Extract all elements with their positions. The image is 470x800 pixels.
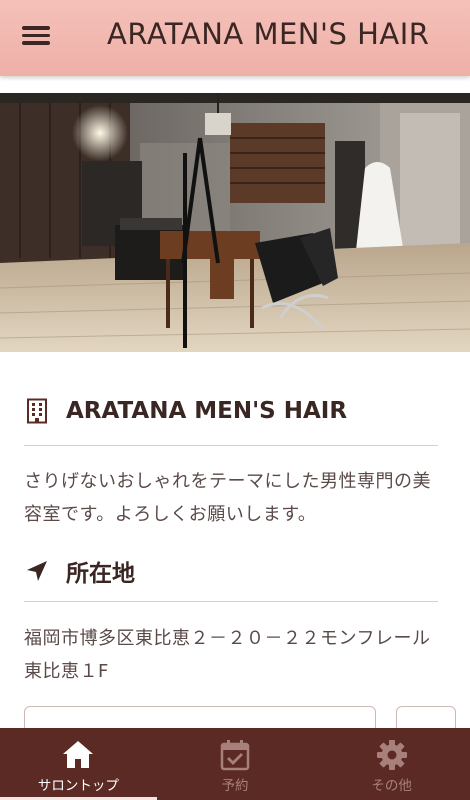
app-title: ARATANA MEN'S HAIR: [107, 17, 430, 51]
gear-icon: [376, 740, 407, 770]
calendar-check-icon: [220, 740, 250, 771]
tab-others[interactable]: その他: [313, 728, 470, 800]
salon-name-text: ARATANA MEN'S HAIR: [66, 398, 348, 424]
location-arrow-icon: [27, 561, 47, 581]
home-icon: [63, 741, 94, 768]
app-header: ARATANA MEN'S HAIR: [0, 0, 470, 76]
hamburger-menu-icon[interactable]: [22, 24, 50, 46]
salon-description: さりげないおしゃれをテーマにした男性専門の美容室です。よろしくお願いします。: [24, 471, 431, 525]
divider: [24, 445, 438, 446]
tab-reservation[interactable]: 予約: [157, 728, 314, 800]
location-heading: 所在地: [24, 554, 135, 588]
tab-label: サロントップ: [37, 778, 119, 794]
tab-label: 予約: [221, 778, 249, 794]
building-icon: [27, 398, 47, 424]
tab-salon-top[interactable]: サロントップ: [0, 728, 157, 800]
salon-name-heading: ARATANA MEN'S HAIR: [24, 398, 347, 424]
address-text: 福岡市博多区東比恵２－２０－２２モンフレール東比恵１F: [24, 628, 431, 682]
bottom-tab-bar: サロントップ 予約 その他: [0, 728, 470, 800]
location-heading-text: 所在地: [66, 561, 135, 587]
salon-interior-photo: [0, 93, 470, 352]
divider: [24, 601, 438, 602]
tab-label: その他: [371, 778, 412, 794]
